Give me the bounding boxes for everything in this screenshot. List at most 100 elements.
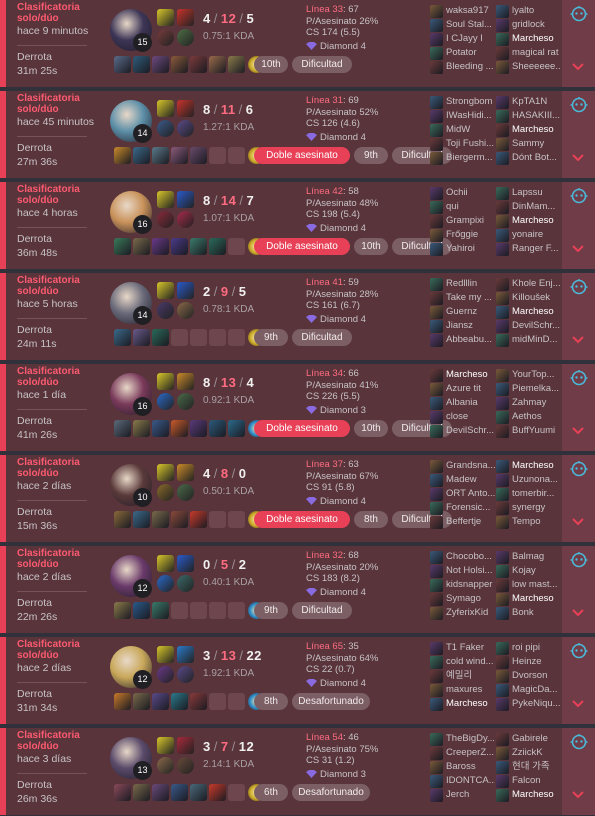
rune-icon[interactable] (157, 575, 174, 592)
item-icon[interactable] (114, 147, 131, 164)
item-icon[interactable] (190, 693, 207, 710)
player-name[interactable]: I CJayy I (446, 33, 483, 44)
expand-column[interactable] (562, 273, 595, 360)
item-icon[interactable] (152, 511, 169, 528)
player-name[interactable]: Abbeabu... (446, 334, 492, 345)
ai-assistant-icon[interactable] (570, 278, 588, 296)
player-entry[interactable]: lyalto (496, 4, 561, 18)
item-icon[interactable] (152, 147, 169, 164)
player-name[interactable]: Toji Fushi... (446, 138, 494, 149)
item-icon[interactable] (171, 56, 188, 73)
summoner-spell-icon[interactable] (157, 100, 174, 117)
player-entry[interactable]: HASAKIII... (496, 109, 561, 123)
item-icon[interactable] (171, 511, 188, 528)
item-icon[interactable] (133, 784, 150, 801)
player-entry[interactable]: Abbeabu... (430, 333, 495, 347)
rune-icon[interactable] (157, 29, 174, 46)
item-icon[interactable] (152, 56, 169, 73)
player-name[interactable]: synergy (512, 502, 545, 513)
player-entry[interactable]: Falcon (496, 774, 561, 788)
player-entry[interactable]: BuffYuumi (496, 424, 561, 438)
ai-assistant-icon[interactable] (570, 460, 588, 478)
rune-icon[interactable] (177, 666, 194, 683)
player-entry[interactable]: maxures (430, 683, 495, 697)
player-entry[interactable]: Not Holsi... (430, 564, 495, 578)
item-icon[interactable] (114, 420, 131, 437)
summoner-spell-icon[interactable] (177, 373, 194, 390)
player-name[interactable]: Soul Stal... (446, 19, 492, 30)
player-entry[interactable]: YourTop... (496, 368, 561, 382)
player-entry[interactable]: Killoušek (496, 291, 561, 305)
match-card[interactable]: Clasificatoria solo/dúo hace 2 días Derrota… (0, 455, 595, 542)
item-icon[interactable] (152, 602, 169, 619)
item-icon[interactable] (133, 147, 150, 164)
rune-icon[interactable] (177, 302, 194, 319)
player-name[interactable]: lyalto (512, 5, 534, 16)
summoner-spell-icon[interactable] (157, 9, 174, 26)
player-name[interactable]: qui (446, 201, 459, 212)
match-card[interactable]: Clasificatoria solo/dúo hace 2 días Derrota… (0, 546, 595, 633)
player-name[interactable]: Kojay (512, 565, 536, 576)
player-entry[interactable]: Uzunona... (496, 473, 561, 487)
empty-item-slot[interactable] (228, 238, 245, 255)
player-entry[interactable]: Khole Enj... (496, 277, 561, 291)
item-icon[interactable] (114, 602, 131, 619)
player-name[interactable]: Chocobo... (446, 551, 492, 562)
player-entry[interactable]: synergy (496, 501, 561, 515)
player-entry[interactable]: roi pipi (496, 641, 561, 655)
empty-item-slot[interactable] (209, 602, 226, 619)
player-name[interactable]: Uzunona... (512, 474, 558, 485)
summoner-spell-icon[interactable] (157, 555, 174, 572)
player-name[interactable]: Marcheso (446, 698, 488, 709)
summoner-spell-icon[interactable] (157, 191, 174, 208)
player-name[interactable]: maxures (446, 684, 482, 695)
player-name[interactable]: Falcon (512, 775, 541, 786)
item-icon[interactable] (152, 420, 169, 437)
player-name[interactable]: Marcheso (512, 789, 554, 800)
empty-item-slot[interactable] (228, 147, 245, 164)
rune-icon[interactable] (177, 484, 194, 501)
item-icon[interactable] (152, 693, 169, 710)
player-name[interactable]: midMinD... (512, 334, 557, 345)
player-name[interactable]: low mast... (512, 579, 557, 590)
empty-item-slot[interactable] (228, 329, 245, 346)
rune-icon[interactable] (177, 29, 194, 46)
expand-column[interactable] (562, 0, 595, 87)
player-name[interactable]: Redlllin (446, 278, 477, 289)
player-entry[interactable]: CreeperZ... (430, 746, 495, 760)
player-entry[interactable]: Jiansz (430, 319, 495, 333)
player-name[interactable]: Grampixi (446, 215, 484, 226)
item-icon[interactable] (171, 420, 188, 437)
player-entry[interactable]: Marcheso (496, 592, 561, 606)
player-entry[interactable]: low mast... (496, 578, 561, 592)
rune-icon[interactable] (177, 120, 194, 137)
item-icon[interactable] (190, 784, 207, 801)
player-name[interactable]: HASAKIII... (512, 110, 560, 121)
rune-icon[interactable] (157, 666, 174, 683)
player-entry[interactable]: Dónt Bot... (496, 151, 561, 165)
player-entry[interactable]: IDONTCA... (430, 774, 495, 788)
item-icon[interactable] (114, 238, 131, 255)
ai-assistant-icon[interactable] (570, 642, 588, 660)
expand-column[interactable] (562, 546, 595, 633)
player-name[interactable]: Marcheso (512, 460, 554, 471)
player-name[interactable]: waksa917 (446, 5, 489, 16)
player-name[interactable]: Aethos (512, 411, 542, 422)
player-entry[interactable]: Frőggie (430, 228, 495, 242)
player-entry[interactable]: Guernz (430, 305, 495, 319)
item-icon[interactable] (152, 784, 169, 801)
player-entry[interactable]: ZziickK (496, 746, 561, 760)
ai-assistant-icon[interactable] (570, 187, 588, 205)
expand-column[interactable] (562, 637, 595, 724)
item-icon[interactable] (114, 693, 131, 710)
player-name[interactable]: gridlock (512, 19, 545, 30)
player-name[interactable]: Ranger F... (512, 243, 558, 254)
player-entry[interactable]: MagicDa... (496, 683, 561, 697)
player-entry[interactable]: kidsnapper (430, 578, 495, 592)
player-name[interactable]: Heinze (512, 656, 542, 667)
player-name[interactable]: Strongbom (446, 96, 492, 107)
item-icon[interactable] (190, 56, 207, 73)
player-entry[interactable]: Piemelka... (496, 382, 561, 396)
summoner-spell-icon[interactable] (157, 737, 174, 754)
ai-assistant-icon[interactable] (570, 96, 588, 114)
